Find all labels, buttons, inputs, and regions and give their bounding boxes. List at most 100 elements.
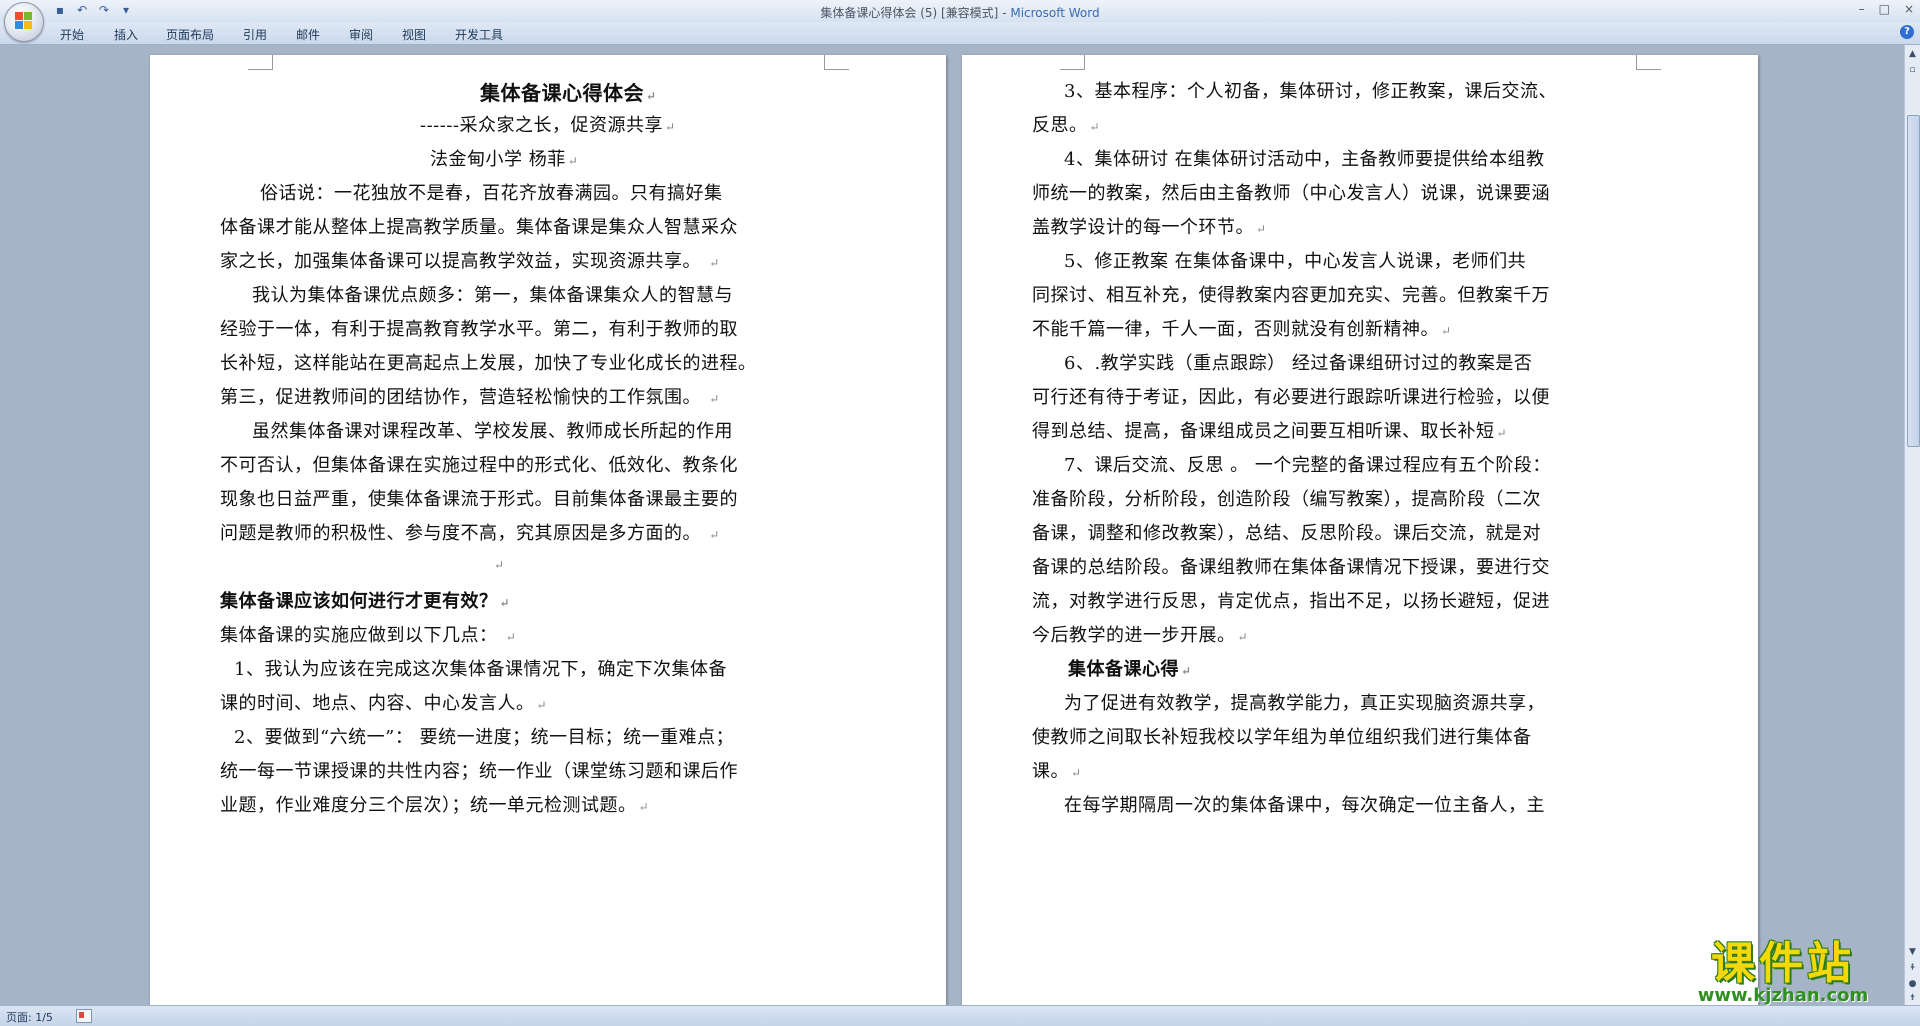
line-text: 课的时间、地点、内容、中心发言人。 [220,693,535,714]
document-line[interactable]: 同探讨、相互补充，使得教案内容更加充实、完善。但教案千万 [1032,281,1552,307]
line-text: 统一每一节课授课的共性内容；统一作业（课堂练习题和课后作 [220,761,738,782]
page-left[interactable]: 集体备课心得体会 ↵ ------采众家之长，促资源共享 ↵ 法金甸小学 杨菲 ↵ 俗话说：… [150,55,946,1005]
line-text: 使教师之间取长补短我校以学年组为单位组织我们进行集体备 [1032,727,1532,748]
document-line[interactable]: 可行还有待于考证，因此，有必要进行跟踪听课进行检验，以便 [1032,383,1552,409]
line-text: 俗话说：一花独放不是春，百花齐放春满园。只有搞好集 [260,183,723,204]
document-line[interactable]: 反思。 ↵ [1032,111,1100,137]
document-line[interactable]: 不可否认，但集体备课在实施过程中的形式化、低效化、教条化 [220,451,740,477]
document-line[interactable]: 3、基本程序：个人初备，集体研讨，修正教案，课后交流、 [1064,77,1559,103]
line-text: 盖教学设计的每一个环节。 [1032,217,1254,238]
line-text: 我认为集体备课优点颇多：第一，集体备课集众人的智慧与 [252,285,733,306]
line-text: 备课，调整和修改教案），总结、反思阶段。课后交流，就是对 [1032,523,1541,544]
page-indicator[interactable]: 页面: 1/5 [6,1009,53,1025]
crop-mark [1636,55,1661,70]
document-line[interactable]: ------采众家之长，促资源共享 ↵ [420,111,676,137]
browse-object-icon[interactable]: ● [1906,977,1919,991]
document-line[interactable]: 问题是教师的积极性、参与度不高，究其原因是多方面的。 ↵ [220,519,720,545]
proofing-icon[interactable] [76,1009,92,1023]
office-button[interactable] [4,2,44,42]
document-line[interactable]: 1、我认为应该在完成这次集体备课情况下，确定下次集体备 [234,655,729,681]
maximize-button[interactable]: □ [1879,2,1890,16]
paragraph-mark-icon: ↵ [1496,426,1508,440]
document-title: 集体备课心得体会 (5) [兼容模式] [820,6,999,20]
tab-references[interactable]: 引用 [243,26,267,43]
line-text: 问题是教师的积极性、参与度不高，究其原因是多方面的。 [220,523,708,544]
document-line[interactable]: 使教师之间取长补短我校以学年组为单位组织我们进行集体备 [1032,723,1534,749]
line-text: 体备课才能从整体上提高教学质量。集体备课是集众人智慧采众 [220,217,738,238]
scroll-up-icon[interactable]: ▲ [1906,47,1919,61]
document-line[interactable]: 统一每一节课授课的共性内容；统一作业（课堂练习题和课后作 [220,757,740,783]
line-text: 长补短，这样能站在更高起点上发展，加快了专业化成长的进程。 [220,353,757,374]
ruler-toggle-icon[interactable]: ▫ [1906,63,1919,77]
line-text: 得到总结、提高，备课组成员之间要互相听课、取长补短 [1032,421,1495,442]
document-line[interactable]: 课的时间、地点、内容、中心发言人。 ↵ [220,689,547,715]
document-area[interactable]: 集体备课心得体会 ↵ ------采众家之长，促资源共享 ↵ 法金甸小学 杨菲 ↵ 俗话说：… [0,45,1905,1005]
document-line[interactable]: 师统一的教案，然后由主备教师（中心发言人）说课，说课要涵 [1032,179,1552,205]
document-line[interactable]: 在每学期隔周一次的集体备课中，每次确定一位主备人，主 [1064,791,1547,817]
status-bar: 页面: 1/5 [0,1005,1920,1026]
document-line[interactable]: 2、要做到“六统一”： 要统一进度；统一目标；统一重难点； [234,723,736,749]
document-line[interactable]: ↵ [492,553,505,574]
document-line[interactable]: 第三，促进教师间的团结协作，营造轻松愉快的工作氛围。 ↵ [220,383,720,409]
help-icon[interactable]: ? [1900,25,1914,39]
document-line[interactable]: 不能千篇一律，千人一面，否则就没有创新精神。 ↵ [1032,315,1452,341]
crop-mark [248,55,273,70]
document-line[interactable]: 集体备课心得体会 ↵ [480,77,657,106]
line-text: 准备阶段，分析阶段，创造阶段（编写教案），提高阶段（二次 [1032,489,1541,510]
tab-mailings[interactable]: 邮件 [296,26,320,43]
document-line[interactable]: 经验于一体，有利于提高教育教学水平。第二，有利于教师的取 [220,315,740,341]
document-line[interactable]: 流，对教学进行反思，肯定优点，指出不足，以扬长避短，促进 [1032,587,1552,613]
document-line[interactable]: 俗话说：一花独放不是春，百花齐放春满园。只有搞好集 [260,179,725,205]
document-line[interactable]: 虽然集体备课对课程改革、学校发展、教师成长所起的作用 [252,417,735,443]
page-right[interactable]: 3、基本程序：个人初备，集体研讨，修正教案，课后交流、反思。 ↵ 4、集体研讨 在集… [962,55,1758,1005]
document-line[interactable]: 6、.教学实践（重点跟踪） 经过备课组研讨过的教案是否 [1064,349,1534,375]
document-line[interactable]: 集体备课的实施应做到以下几点： ↵ [220,621,516,647]
document-line[interactable]: 7、课后交流、反思 。 一个完整的备课过程应有五个阶段： [1064,451,1553,477]
paragraph-mark-icon: ↵ [1181,664,1192,678]
tab-page-layout[interactable]: 页面布局 [166,26,214,43]
document-line[interactable]: 业题，作业难度分三个层次）；统一单元检测试题。 ↵ [220,791,649,817]
document-line[interactable]: 法金甸小学 杨菲 ↵ [430,145,578,171]
document-line[interactable]: 集体备课应该如何进行才更有效？ ↵ [220,587,510,613]
line-text: 今后教学的进一步开展。 [1032,625,1236,646]
paragraph-mark-icon: ↵ [1089,120,1101,134]
document-line[interactable]: 得到总结、提高，备课组成员之间要互相听课、取长补短 ↵ [1032,417,1507,443]
document-line[interactable]: 盖教学设计的每一个环节。 ↵ [1032,213,1267,239]
document-line[interactable]: 家之长，加强集体备课可以提高教学效益，实现资源共享。 ↵ [220,247,720,273]
document-line[interactable]: 备课，调整和修改教案），总结、反思阶段。课后交流，就是对 [1032,519,1543,545]
scroll-thumb[interactable] [1907,115,1920,447]
document-line[interactable]: 课。 ↵ [1032,757,1082,783]
paragraph-mark-icon: ↵ [536,698,548,712]
prev-page-icon[interactable]: ⇞ [1906,961,1919,975]
close-button[interactable]: × [1904,2,1914,16]
crop-mark [1060,55,1085,70]
document-line[interactable]: 5、修正教案 在集体备课中，中心发言人说课，老师们共 [1064,247,1528,273]
document-line[interactable]: 今后教学的进一步开展。 ↵ [1032,621,1248,647]
document-line[interactable]: 我认为集体备课优点颇多：第一，集体备课集众人的智慧与 [252,281,735,307]
paragraph-mark-icon: ↵ [499,596,511,610]
line-text: 第三，促进教师间的团结协作，营造轻松愉快的工作氛围。 [220,387,708,408]
paragraph-mark-icon: ↵ [709,528,720,542]
watermark-url: www.kjzhan.com [1697,985,1869,1006]
document-line[interactable]: 4、集体研讨 在集体研讨活动中，主备教师要提供给本组教 [1064,145,1547,171]
document-line[interactable]: 现象也日益严重，使集体备课流于形式。目前集体备课最主要的 [220,485,740,511]
document-line[interactable]: 为了促进有效教学，提高教学能力，真正实现脑资源共享， [1064,689,1547,715]
document-line[interactable]: 体备课才能从整体上提高教学质量。集体备课是集众人智慧采众 [220,213,740,239]
tab-home[interactable]: 开始 [60,26,84,43]
line-text: 3、基本程序：个人初备，集体研讨，修正教案，课后交流、 [1064,81,1557,102]
tab-view[interactable]: 视图 [402,26,426,43]
document-line[interactable]: 长补短，这样能站在更高起点上发展，加快了专业化成长的进程。 [220,349,759,375]
tab-review[interactable]: 审阅 [349,26,373,43]
tab-insert[interactable]: 插入 [114,26,138,43]
vertical-scrollbar[interactable]: ▲ ▫ ▼ ⇞ ● ⇟ [1904,45,1920,1005]
minimize-button[interactable]: – [1859,2,1865,16]
next-page-icon[interactable]: ⇟ [1906,991,1919,1005]
document-line[interactable]: 备课的总结阶段。备课组教师在集体备课情况下授课，要进行交 [1032,553,1552,579]
line-text: 不可否认，但集体备课在实施过程中的形式化、低效化、教条化 [220,455,738,476]
document-line[interactable]: 准备阶段，分析阶段，创造阶段（编写教案），提高阶段（二次 [1032,485,1543,511]
scroll-down-icon[interactable]: ▼ [1906,945,1919,959]
paragraph-mark-icon: ↵ [567,154,579,168]
crop-mark [824,55,849,70]
tab-developer[interactable]: 开发工具 [455,26,503,43]
document-line[interactable]: 集体备课心得 ↵ [1068,655,1192,681]
